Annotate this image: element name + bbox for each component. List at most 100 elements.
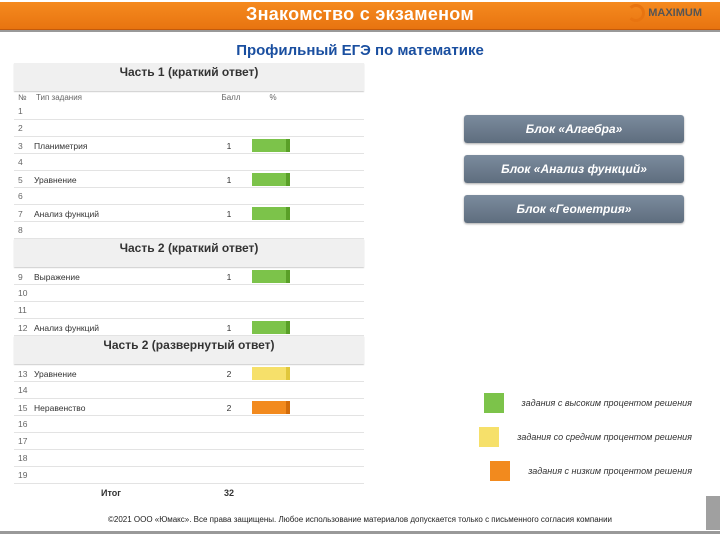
- section-header: Часть 2 (развернутый ответ): [14, 336, 364, 364]
- pct-chip: [252, 321, 290, 334]
- task-table: Часть 1 (краткий ответ)№Тип заданияБалл%…: [14, 63, 364, 501]
- cell-pct: [250, 388, 292, 392]
- pct-chip: [252, 173, 290, 186]
- cell-num: 5: [14, 175, 32, 185]
- table-row: 15Неравенство2: [14, 399, 364, 416]
- pct-chip: [252, 207, 290, 220]
- cell-type: Анализ функций: [32, 209, 208, 219]
- total-value: 32: [208, 488, 250, 498]
- cell-pct: [250, 439, 292, 443]
- table-row: 19: [14, 467, 364, 484]
- pct-chip: [252, 401, 290, 414]
- cell-pct: [250, 456, 292, 460]
- legend-label: задания с низким процентом решения: [528, 466, 692, 476]
- pct-chip: [252, 270, 290, 283]
- legend-item: задания с высоким процентом решения: [484, 393, 692, 413]
- cell-num: 18: [14, 453, 32, 463]
- cell-num: 7: [14, 209, 32, 219]
- cell-pct: [250, 399, 292, 416]
- col-type: Тип задания: [34, 92, 210, 103]
- cell-pct: [250, 205, 292, 222]
- cell-ball: 1: [208, 272, 250, 282]
- table-row: 11: [14, 302, 364, 319]
- cell-num: 11: [14, 305, 32, 315]
- cell-num: 8: [14, 225, 32, 235]
- block-button[interactable]: Блок «Анализ функций»: [464, 155, 684, 183]
- legend-swatch: [490, 461, 510, 481]
- subtitle: Профильный ЕГЭ по математике: [0, 42, 720, 59]
- cell-pct: [250, 308, 292, 312]
- block-button[interactable]: Блок «Геометрия»: [464, 195, 684, 223]
- cell-type: Уравнение: [32, 369, 208, 379]
- table-row: 3Планиметрия1: [14, 137, 364, 154]
- cell-type: Уравнение: [32, 175, 208, 185]
- cell-type: Неравенство: [32, 403, 208, 413]
- table-row: 17: [14, 433, 364, 450]
- block-button[interactable]: Блок «Алгебра»: [464, 115, 684, 143]
- legend-label: задания с высоким процентом решения: [522, 398, 692, 408]
- cell-pct: [250, 228, 292, 232]
- cell-ball: 1: [208, 323, 250, 333]
- cell-ball: 1: [208, 175, 250, 185]
- total-row: Итог32: [14, 484, 364, 501]
- cell-ball: 1: [208, 209, 250, 219]
- logo-swirl-icon: [627, 4, 645, 22]
- column-headers: №Тип заданияБалл%: [14, 92, 364, 103]
- cell-type: Планиметрия: [32, 141, 208, 151]
- cell-num: 2: [14, 123, 32, 133]
- cell-pct: [250, 171, 292, 188]
- cell-ball: 2: [208, 369, 250, 379]
- cell-num: 14: [14, 385, 32, 395]
- table-row: 7Анализ функций1: [14, 205, 364, 222]
- cell-pct: [250, 160, 292, 164]
- legend-item: задания со средним процентом решения: [479, 427, 692, 447]
- cell-num: 9: [14, 272, 32, 282]
- col-ball: Балл: [210, 92, 252, 103]
- top-banner: Знакомство с экзаменом MAXIMUM: [0, 0, 720, 34]
- cell-pct: [250, 109, 292, 113]
- cell-num: 3: [14, 141, 32, 151]
- col-pct: %: [252, 92, 294, 103]
- cell-num: 13: [14, 369, 32, 379]
- cell-num: 10: [14, 288, 32, 298]
- pct-chip: [252, 139, 290, 152]
- total-label: Итог: [14, 488, 208, 498]
- cell-pct: [250, 137, 292, 154]
- cell-num: 1: [14, 106, 32, 116]
- legend-swatch: [484, 393, 504, 413]
- table-row: 18: [14, 450, 364, 467]
- table-row: 14: [14, 382, 364, 399]
- legend-label: задания со средним процентом решения: [517, 432, 692, 442]
- cell-ball: 2: [208, 403, 250, 413]
- table-row: 9Выражение1: [14, 268, 364, 285]
- cell-num: 4: [14, 157, 32, 167]
- cell-pct: [250, 319, 292, 336]
- cell-num: 6: [14, 191, 32, 201]
- cell-type: Выражение: [32, 272, 208, 282]
- legend-swatch: [479, 427, 499, 447]
- cell-num: 12: [14, 323, 32, 333]
- brand-logo: MAXIMUM: [627, 4, 702, 22]
- table-row: 16: [14, 416, 364, 433]
- logo-text: MAXIMUM: [648, 7, 702, 19]
- cell-type: Анализ функций: [32, 323, 208, 333]
- col-num: №: [16, 92, 34, 103]
- cell-ball: 1: [208, 141, 250, 151]
- cell-pct: [250, 194, 292, 198]
- table-row: 10: [14, 285, 364, 302]
- pct-chip: [252, 367, 290, 380]
- cell-num: 16: [14, 419, 32, 429]
- section-header: Часть 2 (краткий ответ): [14, 239, 364, 267]
- cell-num: 17: [14, 436, 32, 446]
- table-row: 5Уравнение1: [14, 171, 364, 188]
- cell-pct: [250, 126, 292, 130]
- cell-pct: [250, 291, 292, 295]
- table-row: 2: [14, 120, 364, 137]
- page-title: Знакомство с экзаменом: [0, 4, 720, 25]
- banner-shadow: [0, 30, 720, 32]
- table-row: 13Уравнение2: [14, 365, 364, 382]
- table-row: 6: [14, 188, 364, 205]
- cell-num: 19: [14, 470, 32, 480]
- table-row: 1: [14, 103, 364, 120]
- cell-pct: [250, 268, 292, 285]
